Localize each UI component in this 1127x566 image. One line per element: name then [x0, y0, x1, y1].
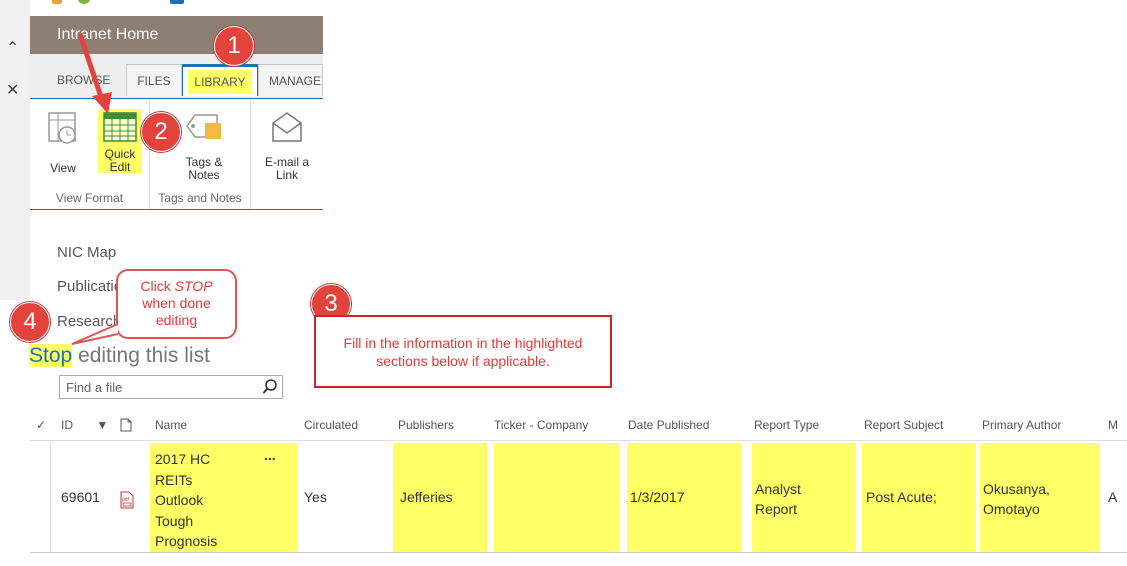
column-header-primary-author[interactable]: Primary Author: [982, 418, 1061, 432]
svg-text:pdf: pdf: [122, 497, 130, 503]
top-icon-strip: [30, 0, 323, 16]
group-label-view-format: View Format: [55, 191, 124, 205]
email-link-button[interactable]: E-mail a Link: [259, 109, 315, 182]
cell-next: A: [1108, 489, 1118, 505]
header-divider: [30, 440, 1127, 441]
cell-ticker[interactable]: [494, 443, 620, 553]
file-type-header-icon[interactable]: [120, 418, 132, 435]
column-header-next[interactable]: M: [1108, 418, 1118, 432]
nav-item-nic-map[interactable]: NIC Map: [57, 244, 116, 261]
ribbon-group-share: E-mail a Link: [251, 99, 323, 209]
callout-click-stop: Click STOP when done editing: [116, 269, 237, 339]
tags-notes-button[interactable]: Tags & Notes: [174, 109, 234, 182]
tab-library[interactable]: LIBRARY: [182, 64, 258, 96]
app-icon[interactable]: [78, 0, 90, 4]
red-arrow-annotation: [77, 33, 112, 114]
column-header-publishers[interactable]: Publishers: [398, 418, 454, 432]
item-menu-ellipsis[interactable]: ...: [264, 447, 276, 463]
cell-report-type[interactable]: Analyst Report: [755, 479, 801, 519]
row-divider: [30, 552, 1127, 553]
cell-circulated: Yes: [304, 489, 327, 505]
annotation-badge-2: 2: [141, 112, 181, 152]
tab-files[interactable]: FILES: [126, 64, 182, 96]
left-gutter: ⌃ ✕: [0, 0, 30, 300]
app-icon[interactable]: [52, 0, 62, 4]
tab-manage[interactable]: MANAGE: [258, 64, 323, 96]
sort-down-icon[interactable]: ▼: [96, 418, 108, 432]
close-icon[interactable]: ✕: [6, 80, 19, 100]
envelope-icon: [272, 112, 302, 142]
search-input[interactable]: Find a file: [59, 375, 283, 399]
column-header-report-type[interactable]: Report Type: [754, 418, 819, 432]
row-select-cell[interactable]: [30, 443, 51, 553]
annotation-badge-4: 4: [10, 302, 50, 342]
column-header-ticker[interactable]: Ticker - Company: [494, 418, 588, 432]
group-label-tags-notes: Tags and Notes: [158, 191, 242, 205]
search-placeholder: Find a file: [66, 380, 123, 395]
cell-report-subject[interactable]: Post Acute;: [866, 489, 937, 505]
select-all-checkmark[interactable]: ✓: [36, 418, 46, 432]
column-header-date-published[interactable]: Date Published: [628, 418, 709, 432]
annotation-badge-1: 1: [214, 26, 254, 66]
callout-pointer: [71, 323, 119, 345]
cell-id: 69601: [61, 489, 100, 505]
column-header-name[interactable]: Name: [155, 418, 187, 432]
callout-fill-info: Fill in the information in the highlight…: [314, 315, 612, 388]
cell-name[interactable]: 2017 HC REITs Outlook Tough Prognosis: [155, 449, 217, 552]
column-header-circulated[interactable]: Circulated: [304, 418, 358, 432]
chevron-up-icon[interactable]: ⌃: [6, 38, 19, 58]
cell-primary-author[interactable]: Okusanya, Omotayo: [983, 479, 1050, 519]
cell-date-published[interactable]: 1/3/2017: [630, 489, 685, 505]
column-header-report-subject[interactable]: Report Subject: [864, 418, 943, 432]
tag-icon: [186, 114, 221, 139]
cell-publishers[interactable]: Jefferies: [400, 489, 453, 505]
search-icon[interactable]: [262, 378, 278, 396]
column-header-id[interactable]: ID ▼: [61, 418, 108, 432]
pdf-file-icon: pdf: [120, 491, 134, 514]
app-icon[interactable]: [170, 0, 184, 4]
